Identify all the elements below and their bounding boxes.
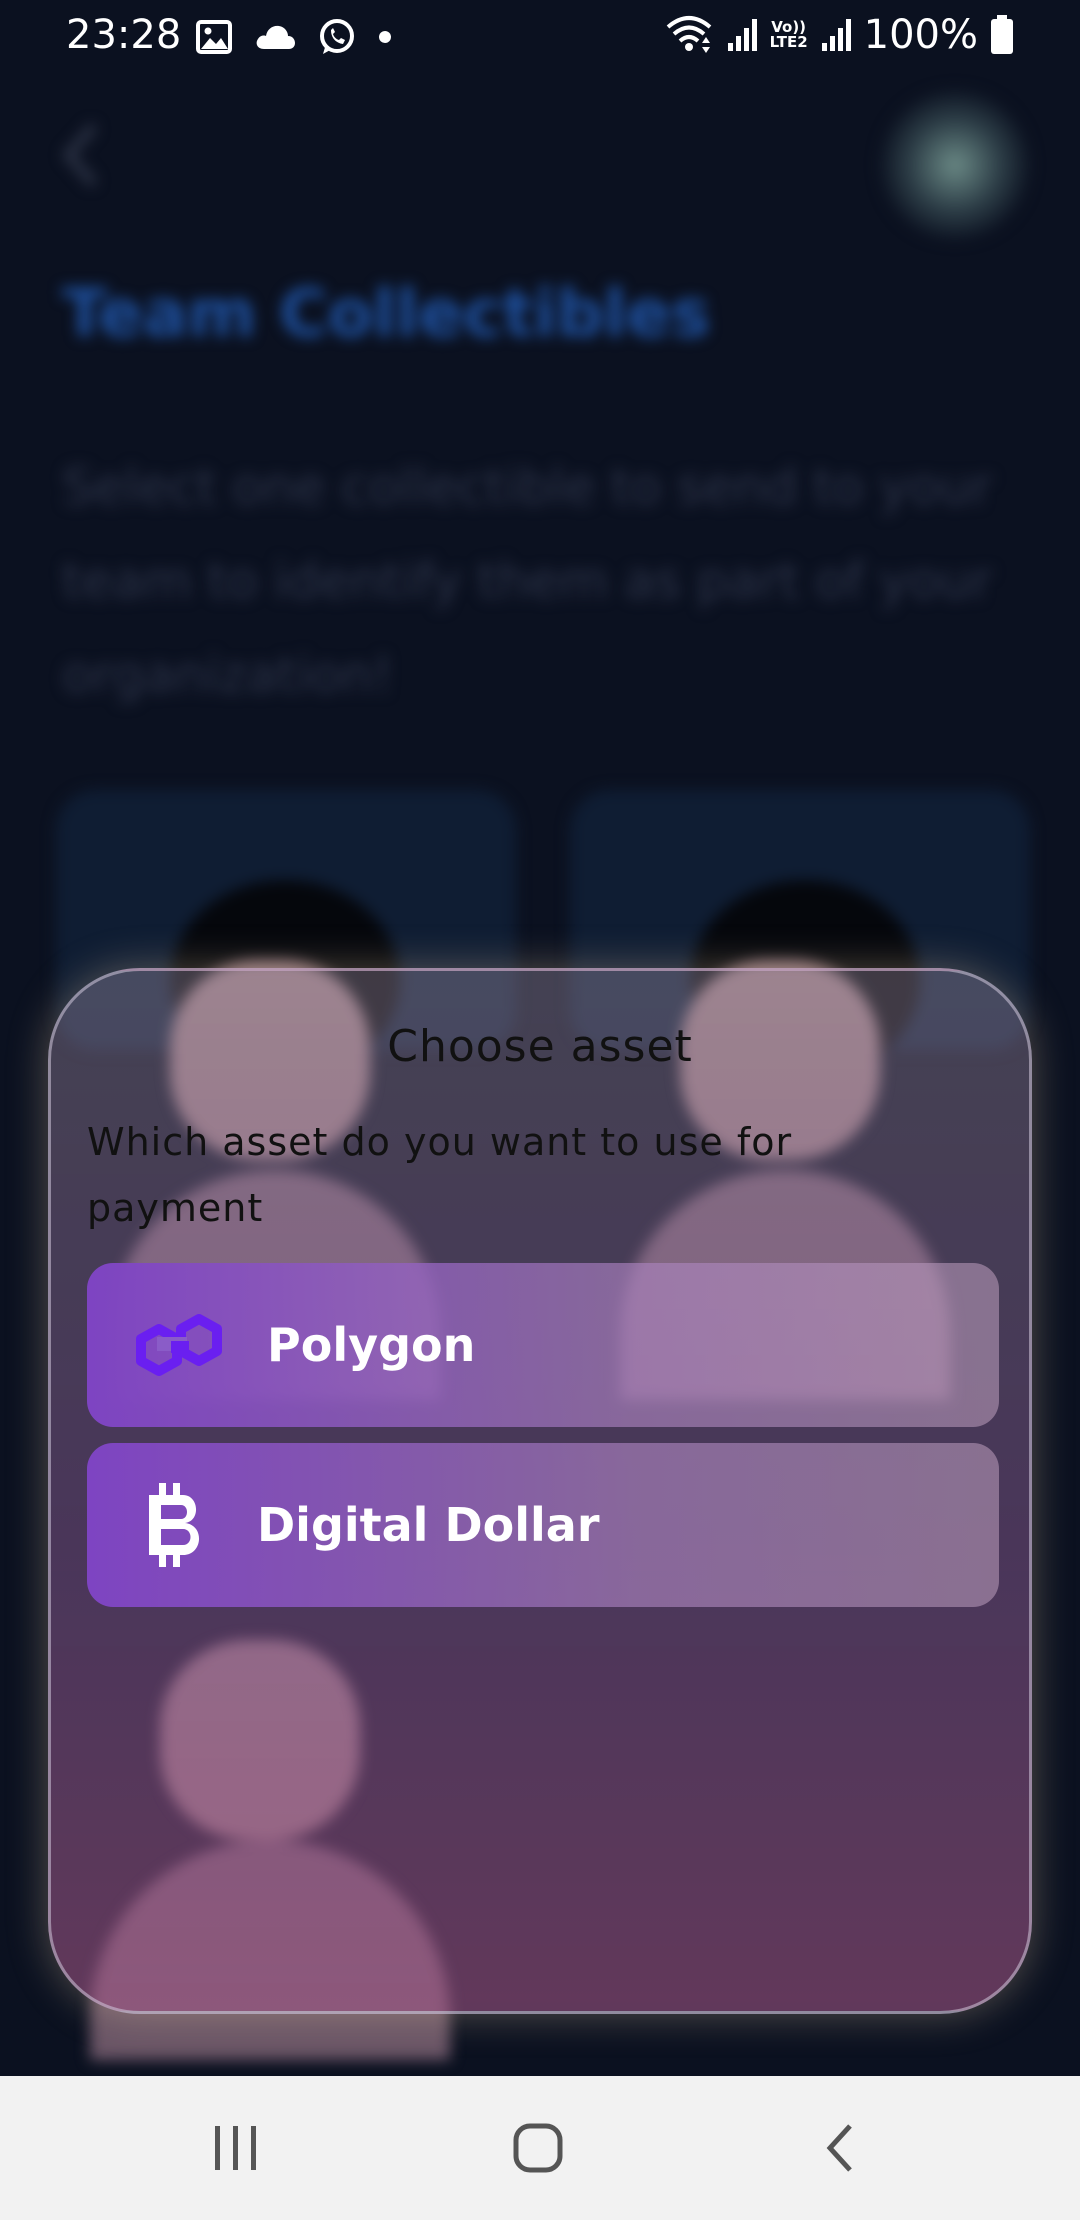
cloud-icon: [256, 25, 295, 49]
signal-icon: [727, 19, 757, 51]
bitcoin-icon: [143, 1483, 209, 1567]
modal-title: Choose asset: [387, 1021, 693, 1072]
asset-label: Polygon: [267, 1318, 476, 1372]
lte-label: LTE2: [769, 33, 808, 51]
battery-icon: [991, 15, 1013, 54]
asset-option-polygon[interactable]: Polygon: [87, 1263, 999, 1427]
signal-icon: [821, 19, 851, 51]
dot-icon: [379, 31, 391, 43]
whatsapp-icon: [320, 19, 354, 54]
wifi-icon: [666, 16, 711, 53]
gallery-icon: [196, 20, 232, 54]
recent-apps-button[interactable]: [196, 2118, 276, 2178]
back-button[interactable]: [800, 2118, 880, 2178]
recent-apps-icon: [215, 2126, 256, 2170]
screen: Team Collectibles Select one collectible…: [0, 0, 1080, 2220]
battery-percentage: 100%: [863, 12, 978, 58]
home-icon: [513, 2123, 563, 2173]
home-button[interactable]: [498, 2118, 578, 2178]
volte-icon: Vo)) LTE2: [770, 20, 808, 50]
status-time: 23:28: [66, 12, 182, 58]
modal-subtitle: Which asset do you want to use for payme…: [87, 1120, 793, 1230]
asset-option-digital-dollar[interactable]: Digital Dollar: [87, 1443, 999, 1607]
polygon-icon: [131, 1303, 227, 1387]
page-description: Select one collectible to send to your t…: [62, 458, 992, 704]
back-arrow-icon[interactable]: [60, 120, 100, 190]
status-bar: 23:28 Vo)) LTE2 100%: [0, 0, 1080, 72]
profile-avatar[interactable]: [880, 90, 1030, 240]
choose-asset-modal: Choose asset Which asset do you want to …: [48, 968, 1032, 2014]
back-icon: [826, 2124, 852, 2172]
asset-label: Digital Dollar: [257, 1498, 600, 1552]
page-title: Team Collectibles: [62, 275, 711, 352]
navigation-bar: [0, 2076, 1080, 2220]
